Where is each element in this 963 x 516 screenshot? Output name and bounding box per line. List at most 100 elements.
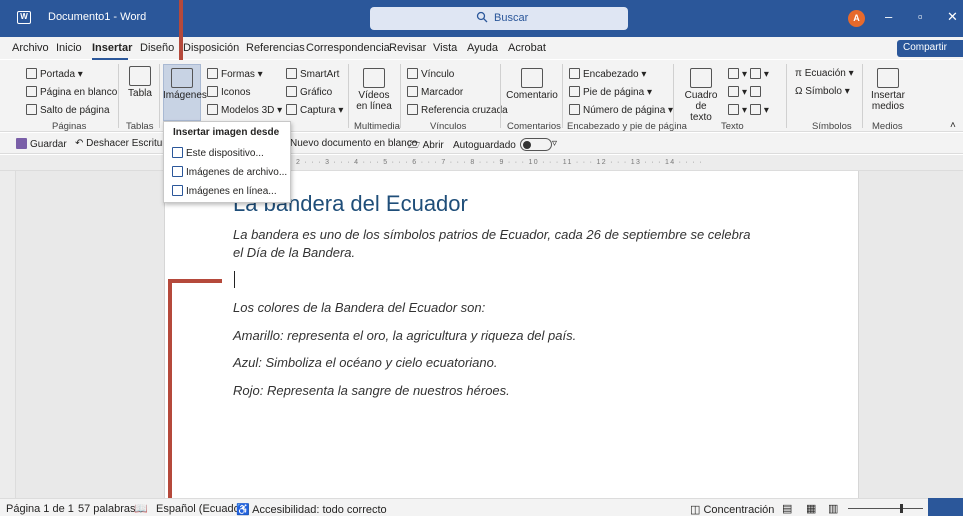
insertar-medios-button[interactable]: Insertar medios	[868, 68, 908, 112]
menu-item-imagenes-linea[interactable]: Imágenes en línea...	[172, 185, 277, 197]
tab-vista[interactable]: Vista	[433, 42, 457, 54]
numero-pagina-button[interactable]: Número de página ▾	[569, 104, 673, 116]
autosave-switch[interactable]	[519, 138, 552, 151]
date-icon	[749, 86, 761, 97]
share-button[interactable]: Compartir	[897, 40, 963, 57]
imagenes-button-content[interactable]: Imágenes	[163, 68, 207, 101]
portada-button[interactable]: Portada ▾	[26, 68, 83, 80]
quick-parts-button[interactable]: ▾ ▾	[728, 68, 769, 80]
pagina-blanco-button[interactable]: Página en blanco	[26, 86, 117, 98]
deshacer-label: Deshacer Escritura	[86, 138, 172, 149]
referencia-cruzada-button[interactable]: Referencia cruzada	[407, 104, 508, 116]
status-language[interactable]: Español (Ecuador)	[156, 503, 247, 515]
simbolo-button[interactable]: Ω Símbolo ▾	[795, 86, 850, 97]
autoguardado-toggle[interactable]: Autoguardado	[453, 138, 552, 151]
comentario-button[interactable]: Comentario	[506, 68, 558, 101]
paragraph-1-line-1: La bandera es uno de los símbolos patrio…	[233, 227, 751, 242]
blank-page-icon	[26, 86, 37, 97]
header-icon	[569, 68, 580, 79]
imagenes-label: Imágenes	[163, 90, 207, 101]
menu-item-label: Imágenes de archivo...	[186, 167, 288, 178]
menu-item-imagenes-archivo[interactable]: Imágenes de archivo...	[172, 166, 287, 178]
wordart-icon	[728, 86, 739, 97]
tab-inicio[interactable]: Inicio	[56, 42, 82, 54]
paragraph-colors-intro: Los colores de la Bandera del Ecuador so…	[233, 300, 486, 315]
videos-label: Vídeos	[358, 90, 390, 101]
captura-button[interactable]: Captura ▾	[286, 104, 343, 116]
accessibility-label: Accesibilidad: todo correcto	[252, 504, 387, 516]
autoguardado-label: Autoguardado	[453, 140, 516, 151]
tab-diseno[interactable]: Diseño	[140, 42, 174, 54]
status-accessibility[interactable]: ♿ Accesibilidad: todo correcto	[236, 503, 387, 516]
grafico-button[interactable]: Gráfico	[286, 86, 332, 98]
tab-acrobat[interactable]: Acrobat	[508, 42, 546, 54]
read-mode-icon[interactable]: ▤	[782, 502, 792, 515]
tab-referencias[interactable]: Referencias	[246, 42, 305, 54]
dropcap-button[interactable]: ▾ ▾	[728, 104, 769, 116]
formas-button[interactable]: Formas ▾	[207, 68, 263, 80]
customize-qat-icon[interactable]: ▿	[552, 138, 557, 149]
zoom-slider-thumb[interactable]	[900, 504, 903, 513]
group-multimedia: Multimedia	[354, 121, 400, 132]
salto-label: Salto de página	[40, 105, 110, 116]
print-layout-icon[interactable]: ▦	[806, 502, 816, 515]
ribbon-separator	[562, 64, 563, 128]
close-button[interactable]: ✕	[947, 9, 958, 25]
pie-pagina-button[interactable]: Pie de página ▾	[569, 86, 652, 98]
ecuacion-button[interactable]: π Ecuación ▾	[795, 68, 854, 79]
en-linea-label: en línea	[356, 101, 392, 112]
search-icon	[476, 11, 488, 26]
tab-ayuda[interactable]: Ayuda	[467, 42, 498, 54]
status-words[interactable]: 57 palabras	[78, 503, 136, 515]
collapse-ribbon-icon[interactable]: ˄	[950, 120, 956, 131]
portada-label: Portada	[40, 69, 76, 80]
focus-mode-button[interactable]: ◫ Concentración	[690, 503, 774, 516]
deshacer-button[interactable]: ↶ Deshacer Escritura	[75, 138, 171, 149]
cuadro-texto-button[interactable]: Cuadro de texto	[679, 68, 723, 123]
search-box[interactable]: Buscar	[370, 7, 628, 30]
tab-archivo[interactable]: Archivo	[12, 42, 49, 54]
modelos-3d-button[interactable]: Modelos 3D ▾	[207, 104, 282, 116]
status-page[interactable]: Página 1 de 1	[6, 503, 74, 515]
tab-correspondencia[interactable]: Correspondencia	[306, 42, 390, 54]
ribbon-separator	[118, 64, 119, 128]
tabla-button[interactable]: Tabla	[124, 66, 156, 99]
smartart-button[interactable]: SmartArt	[286, 68, 339, 80]
menu-item-este-dispositivo[interactable]: Este dispositivo...	[172, 147, 264, 159]
signature-icon	[749, 68, 761, 79]
save-icon	[16, 138, 27, 149]
omega-icon: Ω	[795, 86, 806, 97]
tab-insertar[interactable]: Insertar	[92, 42, 132, 54]
web-layout-icon[interactable]: ▥	[828, 502, 838, 515]
iconos-button[interactable]: Iconos	[207, 86, 250, 98]
numero-label: Número de página	[583, 105, 666, 116]
dropcap-icon	[728, 104, 739, 115]
guardar-button[interactable]: Guardar	[16, 138, 67, 150]
encabezado-button[interactable]: Encabezado ▾	[569, 68, 646, 80]
tab-revisar[interactable]: Revisar	[389, 42, 426, 54]
picture-icon	[171, 68, 193, 88]
group-simbolos: Símbolos	[812, 121, 852, 132]
group-vinculos: Vínculos	[430, 121, 467, 132]
abrir-button[interactable]: 🗁 Abrir	[408, 138, 444, 155]
vinculo-button[interactable]: Vínculo	[407, 68, 454, 80]
bookmark-icon	[407, 86, 418, 97]
minimize-button[interactable]: –	[885, 9, 892, 24]
wordart-button[interactable]: ▾	[728, 86, 764, 98]
restore-button[interactable]: ▫	[918, 9, 923, 24]
annotation-line-vertical	[168, 279, 172, 516]
accessibility-icon: ♿	[236, 504, 253, 516]
zoom-level-button[interactable]	[928, 498, 963, 516]
tab-disposicion[interactable]: Disposición	[183, 42, 239, 54]
zoom-slider[interactable]	[848, 508, 923, 509]
spellcheck-icon[interactable]: 📖	[134, 502, 148, 515]
group-texto: Texto	[721, 121, 744, 132]
simbolo-label: Símbolo	[805, 86, 842, 97]
nuevo-documento-button[interactable]: Nuevo documento en blanco	[290, 138, 417, 149]
avatar[interactable]: A	[848, 10, 865, 27]
marcador-button[interactable]: Marcador	[407, 86, 463, 98]
iconos-label: Iconos	[221, 87, 251, 98]
salto-pagina-button[interactable]: Salto de página	[26, 104, 110, 116]
cross-reference-icon	[407, 104, 418, 115]
videos-en-linea-button[interactable]: Vídeos en línea	[354, 68, 394, 112]
